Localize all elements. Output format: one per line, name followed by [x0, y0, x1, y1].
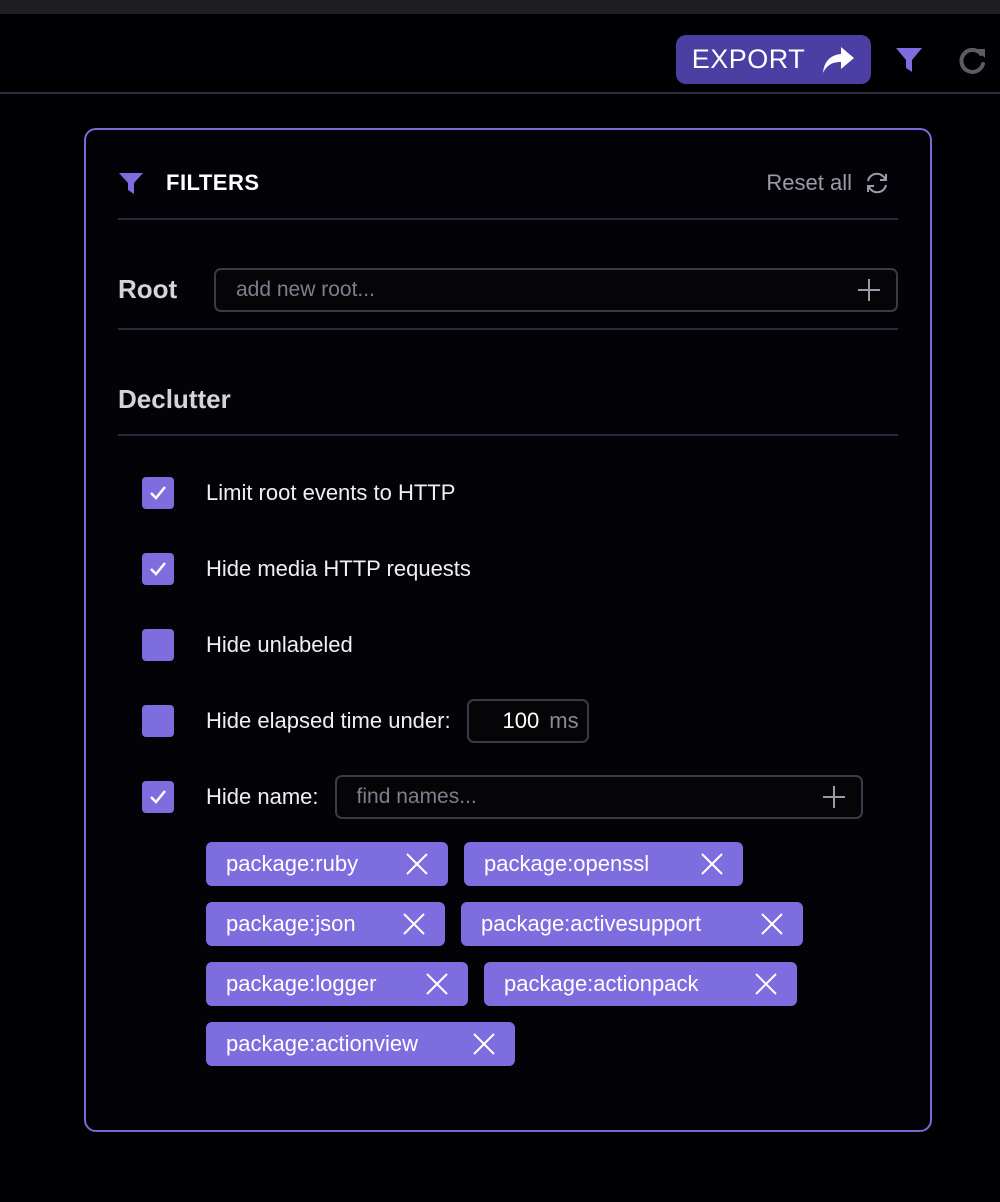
hide-name-input[interactable]: find names...	[334, 775, 863, 819]
tag-chip: package:ruby	[206, 842, 448, 886]
option-hide-elapsed: Hide elapsed time under: 100 ms	[142, 699, 589, 743]
option-label: Hide unlabeled	[206, 632, 353, 657]
checkbox-hide-name[interactable]	[142, 781, 174, 813]
filters-header: FILTERS Reset all	[118, 168, 898, 200]
close-icon[interactable]	[753, 971, 779, 997]
tag-label: package:actionview	[226, 1031, 419, 1056]
funnel-icon	[119, 173, 143, 194]
tag-chip: package:actionpack	[484, 962, 797, 1006]
hide-name-placeholder: find names...	[356, 785, 477, 808]
window-top-strip	[0, 0, 1000, 14]
export-button[interactable]: EXPORT	[676, 35, 871, 84]
elapsed-time-unit: ms	[549, 708, 579, 733]
divider	[118, 218, 898, 220]
option-label: Hide name:	[206, 784, 319, 809]
funnel-icon[interactable]	[894, 45, 924, 75]
option-label: Limit root events to HTTP	[206, 480, 456, 505]
close-icon[interactable]	[401, 911, 427, 937]
tag-chip: package:actionview	[206, 1022, 515, 1066]
tag-label: package:json	[226, 911, 356, 936]
tag-label: package:logger	[226, 971, 377, 996]
filters-title: FILTERS	[166, 170, 260, 195]
root-input-placeholder: add new root...	[236, 278, 375, 301]
tag-chip: package:activesupport	[461, 902, 803, 946]
option-label: Hide media HTTP requests	[206, 556, 471, 581]
tag-chip: package:logger	[206, 962, 468, 1006]
checkbox-hide-elapsed[interactable]	[142, 705, 174, 737]
filters-panel: FILTERS Reset all Root add new root... D…	[84, 128, 932, 1132]
checkbox-hide-media[interactable]	[142, 553, 174, 585]
reload-icon[interactable]	[956, 45, 988, 77]
option-limit-root-http: Limit root events to HTTP	[142, 476, 455, 510]
elapsed-time-value: 100	[502, 708, 540, 733]
tag-chip: package:json	[206, 902, 445, 946]
plus-icon[interactable]	[856, 277, 882, 303]
toolbar: EXPORT	[0, 14, 1000, 94]
tag-chip: package:openssl	[464, 842, 743, 886]
option-label: Hide elapsed time under:	[206, 708, 451, 733]
tag-label: package:activesupport	[481, 911, 702, 936]
checkmark-icon	[150, 486, 166, 500]
share-arrow-icon	[823, 46, 855, 73]
refresh-icon[interactable]	[864, 170, 890, 196]
close-icon[interactable]	[699, 851, 725, 877]
divider	[118, 434, 898, 436]
plus-icon[interactable]	[821, 784, 847, 810]
reset-all-link[interactable]: Reset all	[766, 170, 852, 196]
root-label: Root	[118, 274, 178, 304]
close-icon[interactable]	[759, 911, 785, 937]
close-icon[interactable]	[471, 1031, 497, 1057]
close-icon[interactable]	[404, 851, 430, 877]
tag-label: package:openssl	[484, 851, 650, 876]
divider	[118, 328, 898, 330]
tag-label: package:ruby	[226, 851, 359, 876]
elapsed-time-input[interactable]: 100 ms	[466, 699, 589, 743]
checkbox-limit-root-http[interactable]	[142, 477, 174, 509]
option-hide-unlabeled: Hide unlabeled	[142, 628, 353, 662]
option-hide-media: Hide media HTTP requests	[142, 552, 471, 586]
close-icon[interactable]	[424, 971, 450, 997]
root-input[interactable]: add new root...	[214, 268, 898, 312]
checkmark-icon	[150, 562, 166, 576]
tag-label: package:actionpack	[504, 971, 699, 996]
export-label: EXPORT	[691, 44, 806, 74]
checkmark-icon	[150, 790, 166, 804]
declutter-label: Declutter	[118, 384, 231, 414]
option-hide-name: Hide name: find names...	[142, 775, 863, 819]
checkbox-hide-unlabeled[interactable]	[142, 629, 174, 661]
